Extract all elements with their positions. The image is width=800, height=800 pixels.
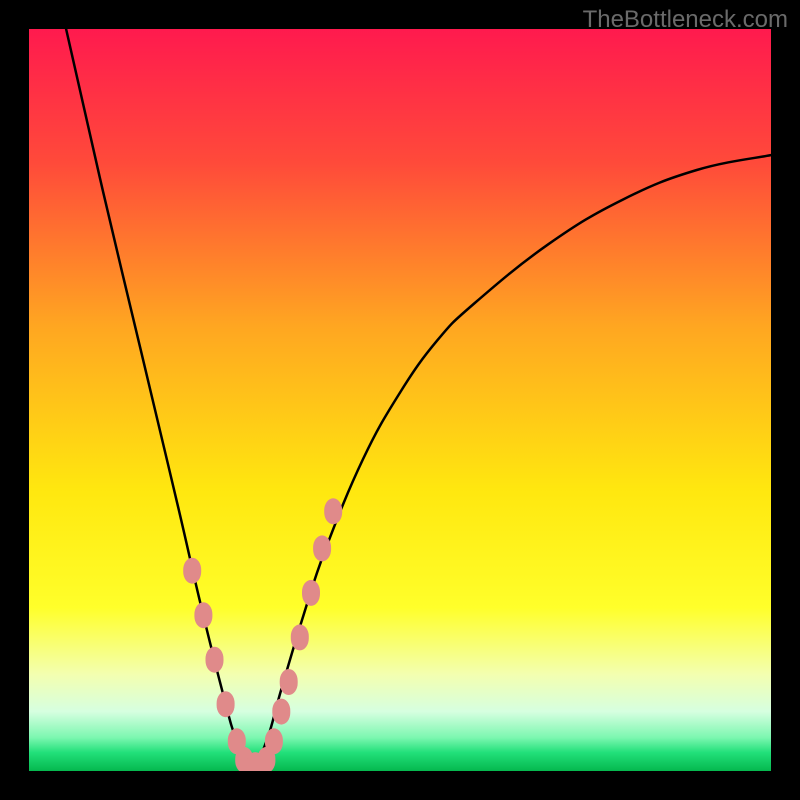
watermark-text: TheBottleneck.com bbox=[583, 6, 788, 34]
marker-dot bbox=[302, 580, 320, 606]
marker-dot bbox=[206, 647, 224, 673]
marker-dot bbox=[280, 669, 298, 695]
marker-dot bbox=[265, 728, 283, 754]
marker-dot bbox=[183, 558, 201, 584]
chart-svg bbox=[29, 29, 771, 771]
marker-dot bbox=[291, 624, 309, 650]
marker-dot bbox=[217, 691, 235, 717]
chart-area bbox=[29, 29, 771, 771]
marker-dot bbox=[324, 498, 342, 524]
marker-dot bbox=[272, 699, 290, 725]
bottleneck-curve bbox=[66, 29, 771, 767]
marker-dot bbox=[313, 535, 331, 561]
marker-dot bbox=[194, 602, 212, 628]
